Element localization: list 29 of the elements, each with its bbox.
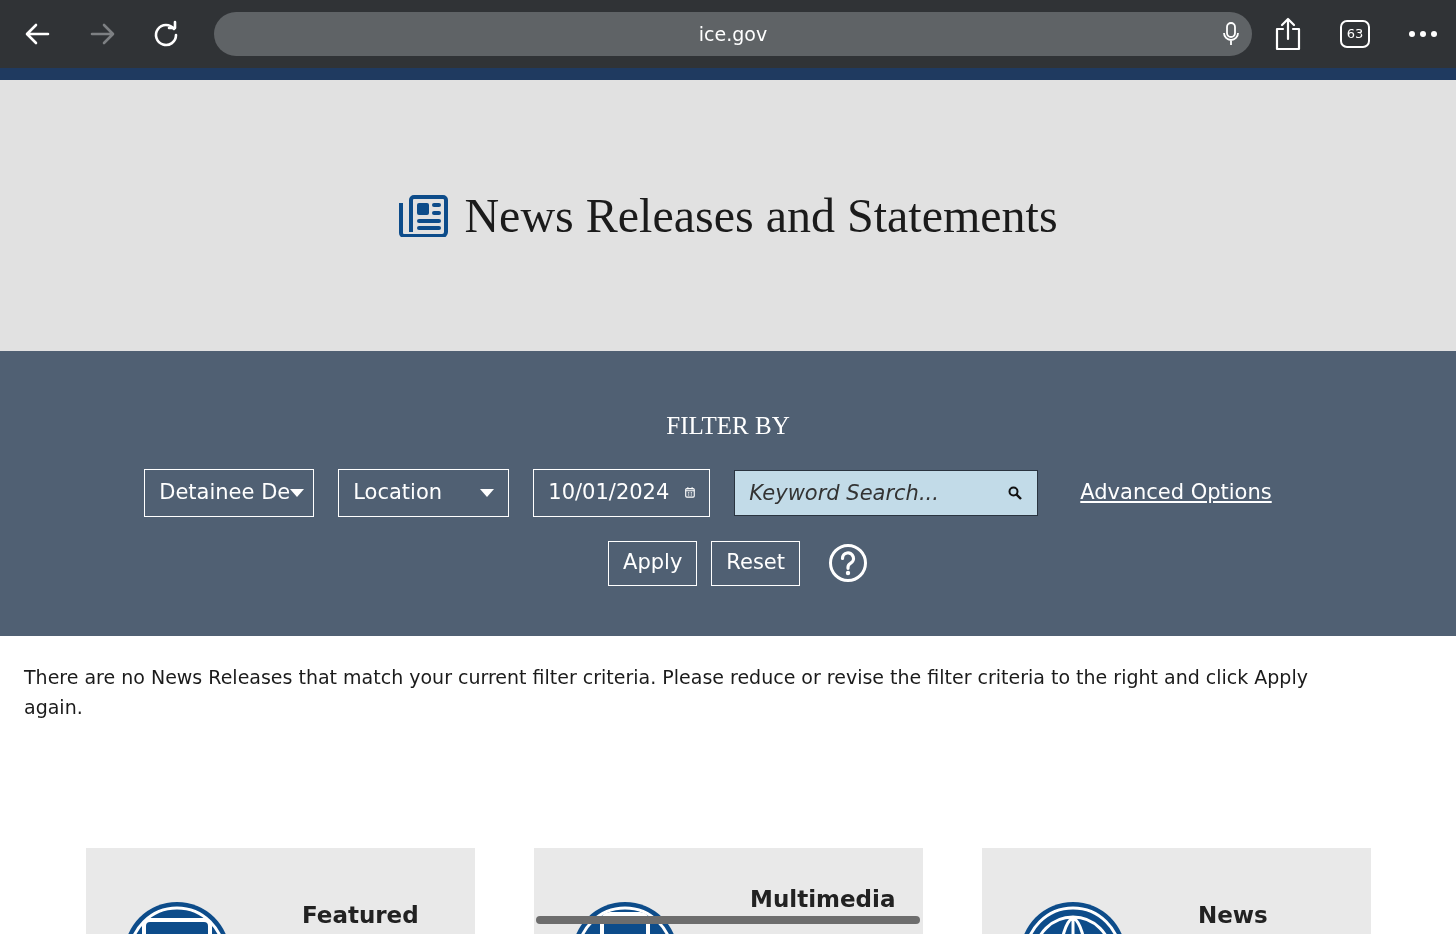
card-title: Multimedia (750, 886, 896, 912)
address-bar[interactable]: ice.gov (214, 12, 1252, 56)
dropdown[interactable]: Detainee De (144, 468, 315, 517)
reload-icon (152, 20, 180, 48)
apply-button[interactable]: Apply (608, 540, 698, 586)
caret-icon (290, 488, 305, 497)
more-icon[interactable] (1408, 30, 1438, 38)
card-title: Featured (302, 902, 419, 928)
advanced-options-link[interactable]: Advanced Options (1080, 476, 1272, 509)
date-field[interactable]: 10/01/2024 (533, 468, 711, 517)
share-icon[interactable] (1274, 17, 1302, 51)
no-results-message: There are no News Releases that match your current filter criteria. Please reduce or revise the filter criteria to the right and click Apply again. (24, 665, 1309, 720)
calendar-icon (685, 485, 696, 500)
category-card[interactable]: News (982, 848, 1371, 934)
filter-heading: FILTER BY (666, 411, 790, 441)
page-title: News Releases and Statements (464, 187, 1058, 244)
search-field[interactable]: Keyword Search... (734, 469, 1039, 516)
card-title: News (1198, 902, 1268, 928)
url-text: ice.gov (698, 21, 768, 47)
tab-count-button[interactable]: 63 (1340, 20, 1370, 48)
newspaper-icon (398, 194, 449, 237)
microphone-icon[interactable] (1222, 22, 1240, 46)
search-icon[interactable] (1008, 485, 1023, 500)
category-card[interactable]: Multimedia (534, 848, 923, 934)
caret-icon (480, 488, 495, 497)
category-card[interactable]: Featured (86, 848, 475, 934)
help-icon[interactable] (828, 543, 868, 583)
reset-button[interactable]: Reset (711, 540, 800, 586)
dropdown[interactable]: Location (338, 468, 510, 517)
